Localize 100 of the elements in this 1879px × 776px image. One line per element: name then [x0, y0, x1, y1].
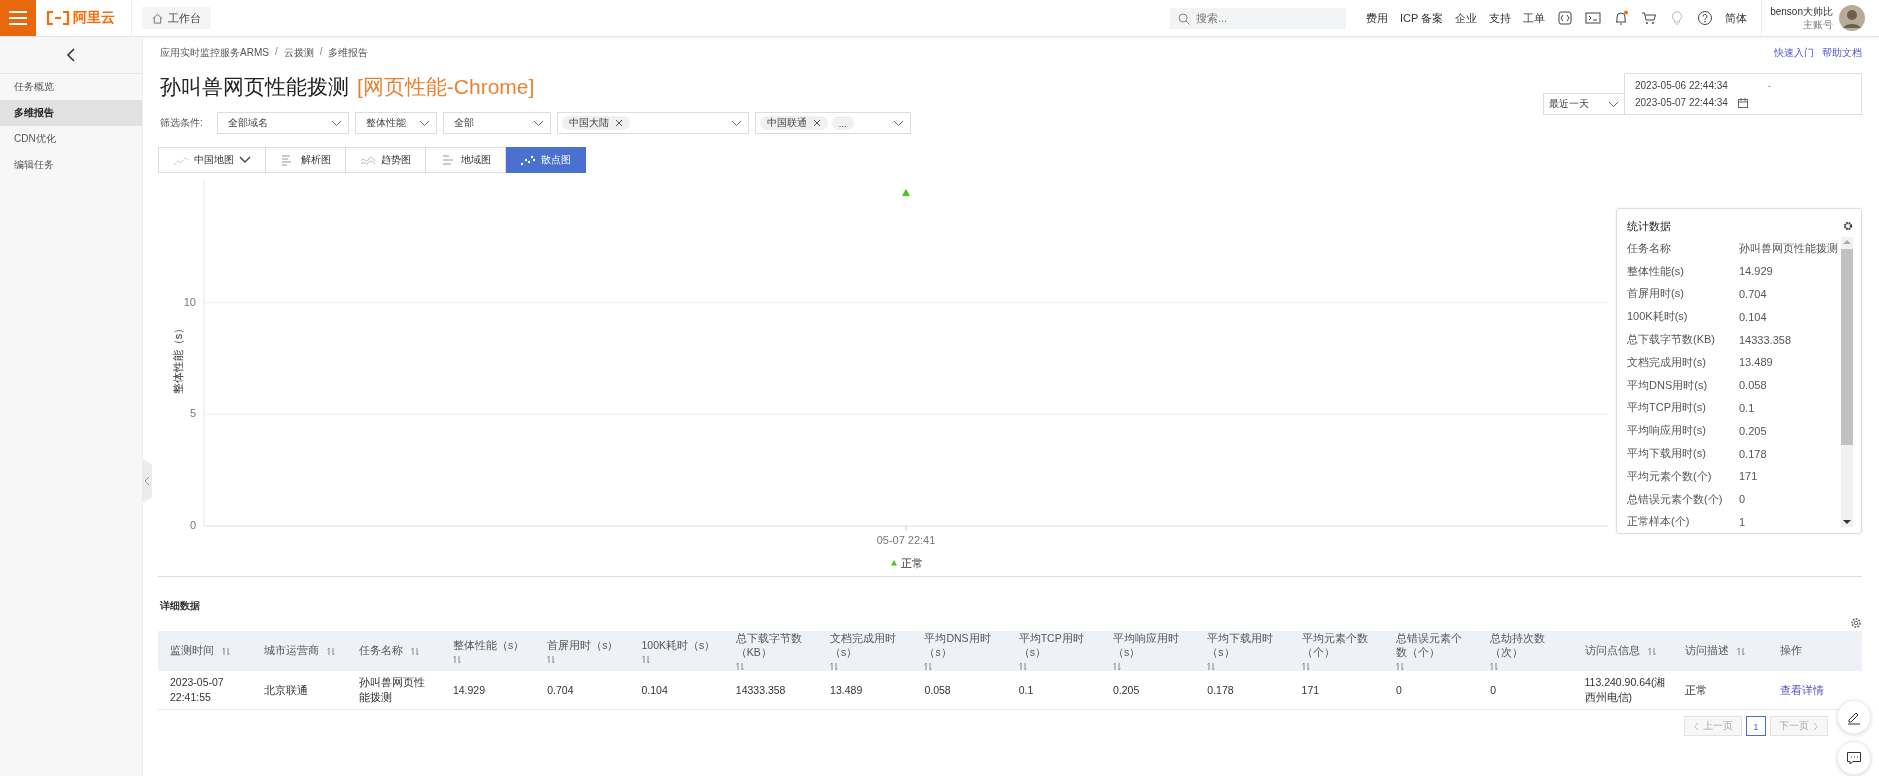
sort-icon[interactable] — [410, 646, 419, 656]
column-header[interactable]: 总劫持次数（次） — [1478, 631, 1573, 671]
sort-icon[interactable] — [641, 654, 650, 664]
sort-icon[interactable] — [327, 646, 336, 656]
filter-tag[interactable]: 中国大陆 — [561, 116, 630, 130]
column-header[interactable]: 文档完成用时（s） — [818, 631, 913, 671]
sidebar-item[interactable]: 任务概览 — [0, 74, 142, 100]
axis-title: 整体性能（s） — [172, 322, 184, 395]
avatar[interactable] — [1839, 5, 1865, 31]
chart-tab[interactable]: 解析图 — [266, 147, 346, 173]
breadcrumb-link[interactable]: 云拨测 — [283, 46, 314, 60]
sort-icon[interactable] — [1395, 661, 1404, 671]
sort-icon[interactable] — [830, 661, 839, 671]
help-link[interactable]: 快速入门 — [1774, 46, 1814, 60]
filter-tag-select[interactable]: 中国大陆 — [556, 112, 749, 134]
breadcrumb-link[interactable]: 多维报告 — [328, 46, 369, 60]
sort-icon[interactable] — [1490, 661, 1499, 671]
column-header[interactable]: 总下载字节数（KB） — [723, 631, 819, 671]
column-header[interactable]: 平均TCP用时（s） — [1006, 631, 1101, 671]
sort-icon[interactable] — [222, 646, 230, 656]
page-button[interactable]: 1 — [1746, 716, 1766, 736]
axis-tick-label: 5 — [189, 407, 196, 420]
header-link[interactable]: 支持 — [1489, 10, 1512, 26]
data-point[interactable] — [902, 188, 910, 196]
column-header[interactable]: 监测时间 — [158, 631, 253, 671]
column-header[interactable]: 城市运营商 — [252, 631, 347, 671]
user-name[interactable]: benson大帅比 — [1770, 5, 1833, 18]
legend-label[interactable]: 正常 — [901, 557, 923, 569]
filter-tag[interactable]: ... — [831, 116, 854, 130]
chart-tab[interactable]: 地域图 — [426, 147, 506, 173]
settings-icon[interactable] — [1843, 221, 1853, 231]
cart-icon[interactable] — [1641, 10, 1658, 26]
close-icon[interactable] — [812, 119, 821, 127]
column-header[interactable]: 任务名称 — [346, 631, 441, 671]
header-link[interactable]: 工单 — [1523, 10, 1546, 26]
scroll-down-icon[interactable] — [1843, 519, 1851, 525]
chart-tab[interactable]: 散点图 — [506, 147, 586, 173]
sort-icon[interactable] — [924, 661, 933, 671]
collapse-handle[interactable] — [142, 459, 152, 503]
filter-select[interactable]: 全部域名 — [216, 112, 349, 134]
column-header[interactable]: 平均下载用时（s） — [1195, 631, 1290, 671]
column-header[interactable]: 平均元素个数（个） — [1289, 631, 1384, 671]
sort-icon[interactable] — [452, 654, 461, 664]
filter-select[interactable]: 全部 — [442, 112, 551, 134]
filter-select[interactable]: 整体性能 — [354, 112, 437, 134]
language-link[interactable]: 简体 — [1725, 10, 1748, 26]
sidebar-item[interactable]: CDN优化 — [0, 126, 142, 152]
column-header[interactable]: 操作 — [1767, 631, 1862, 671]
column-header[interactable]: 平均响应用时（s） — [1101, 631, 1196, 671]
sidebar-item[interactable]: 多维报告 — [0, 100, 142, 126]
sort-icon[interactable] — [1207, 661, 1216, 671]
sort-icon[interactable] — [735, 661, 744, 671]
back-icon[interactable] — [66, 48, 76, 62]
stat-label: 任务名称 — [1627, 240, 1672, 256]
column-header[interactable]: 访问描述 — [1673, 631, 1768, 671]
sort-icon[interactable] — [1113, 661, 1121, 671]
scroll-up-icon[interactable] — [1843, 239, 1851, 245]
column-header[interactable]: 总错误元素个数（个） — [1383, 631, 1479, 671]
help-icon[interactable] — [1697, 10, 1714, 26]
close-icon[interactable] — [614, 119, 623, 127]
stat-value: 0.205 — [1739, 424, 1767, 437]
legend-marker — [891, 560, 897, 566]
terminal-icon[interactable] — [1585, 10, 1602, 26]
sort-icon[interactable] — [1018, 661, 1027, 671]
chart-tab[interactable]: 趋势图 — [346, 147, 426, 173]
sort-icon[interactable] — [1647, 646, 1656, 656]
column-header[interactable]: 平均DNS用时（s） — [912, 631, 1007, 671]
header-link[interactable]: ICP 备案 — [1400, 10, 1444, 26]
chevron-left-icon — [1693, 721, 1699, 731]
time-preset-select[interactable]: 最近一天 — [1543, 93, 1624, 115]
table-cell: 113.240.90.64(湘西州电信) — [1572, 671, 1674, 710]
menu-button[interactable] — [0, 0, 36, 36]
stat-value: 14.929 — [1739, 265, 1773, 278]
header-link[interactable]: 费用 — [1366, 10, 1388, 26]
chat-button[interactable] — [1837, 741, 1871, 775]
scrollbar[interactable] — [1841, 237, 1853, 527]
column-header[interactable]: 整体性能（s） — [440, 631, 536, 671]
sort-icon[interactable] — [547, 654, 556, 664]
column-header[interactable]: 首屏用时（s） — [535, 631, 630, 671]
edit-button[interactable] — [1837, 700, 1871, 734]
sort-icon[interactable] — [1737, 646, 1746, 656]
breadcrumb-link[interactable]: 应用实时监控服务ARMS — [160, 46, 269, 60]
date-range-field[interactable]: 2023-05-06 22:44:34 - 2023-05-07 22:44:34 — [1624, 73, 1862, 115]
table-cell: 13.489 — [818, 671, 913, 710]
workbench-button[interactable]: 工作台 — [142, 7, 211, 29]
sidebar-item[interactable]: 编辑任务 — [0, 152, 142, 178]
filter-tag[interactable]: 中国联通 — [759, 116, 828, 130]
header-link[interactable]: 企业 — [1455, 10, 1478, 26]
details-link[interactable]: 查看详情 — [1779, 682, 1824, 698]
help-link[interactable]: 帮助文档 — [1822, 46, 1862, 60]
bell-icon[interactable] — [1613, 10, 1630, 26]
filter-tag-select[interactable]: 中国联通 ... — [754, 112, 911, 134]
chart-tab[interactable]: 中国地图 — [158, 147, 266, 173]
bracket-icon[interactable] — [1557, 10, 1574, 26]
search-field[interactable]: 搜索... — [1170, 7, 1346, 29]
sort-icon[interactable] — [1301, 661, 1310, 671]
column-header[interactable]: 访问点信息 — [1572, 631, 1674, 671]
scatter-icon — [520, 154, 536, 166]
column-header[interactable]: 100K耗时（s） — [629, 631, 724, 671]
stat-label: 正常样本(个) — [1627, 514, 1691, 530]
